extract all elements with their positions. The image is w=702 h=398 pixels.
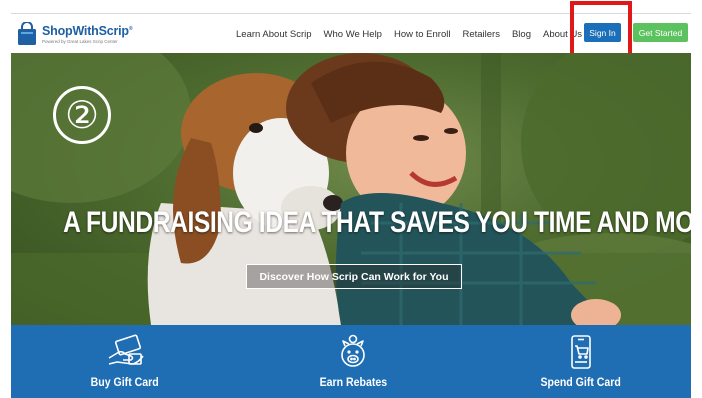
feature-bar: Buy Gift Card Earn Rebates Spend Gift Ca… — [11, 325, 691, 398]
mobile-cart-icon — [571, 335, 591, 369]
hero-banner: ② A FUNDRAISING IDEA THAT SAVES YOU TIME… — [11, 53, 691, 325]
feature-earn-rebates[interactable]: Earn Rebates — [283, 325, 423, 398]
nav-how-to-enroll[interactable]: How to Enroll — [394, 29, 451, 40]
nav-about-us[interactable]: About Us — [543, 29, 582, 40]
shopping-bag-icon — [18, 22, 36, 45]
sign-in-button[interactable]: Sign In — [584, 23, 621, 42]
feature-buy-gift-card[interactable]: Buy Gift Card — [55, 325, 195, 398]
feature-label: Earn Rebates — [319, 375, 387, 389]
logo-wordmark: ShopWithScrip® — [42, 24, 133, 38]
nav-learn-about-scrip[interactable]: Learn About Scrip — [236, 29, 312, 40]
site-header: ShopWithScrip® Powered by Great Lakes Sc… — [11, 13, 691, 53]
piggy-bank-icon — [341, 334, 365, 367]
discover-scrip-button[interactable]: Discover How Scrip Can Work for You — [246, 264, 462, 289]
main-nav: Learn About Scrip Who We Help How to Enr… — [236, 14, 594, 54]
logo-tagline: Powered by Great Lakes Scrip Center — [42, 39, 118, 44]
get-started-button[interactable]: Get Started — [633, 23, 688, 42]
gift-card-hand-icon — [108, 334, 144, 365]
feature-spend-gift-card[interactable]: Spend Gift Card — [511, 325, 651, 398]
nav-blog[interactable]: Blog — [512, 29, 531, 40]
step-number-marker: ② — [53, 86, 111, 144]
hero-headline: A FUNDRAISING IDEA THAT SAVES YOU TIME A… — [63, 206, 691, 239]
shopwithscrip-logo[interactable]: ShopWithScrip® Powered by Great Lakes Sc… — [17, 22, 147, 50]
feature-label: Buy Gift Card — [90, 375, 160, 389]
nav-who-we-help[interactable]: Who We Help — [324, 29, 382, 40]
feature-label: Spend Gift Card — [540, 375, 622, 389]
nav-retailers[interactable]: Retailers — [462, 29, 500, 40]
